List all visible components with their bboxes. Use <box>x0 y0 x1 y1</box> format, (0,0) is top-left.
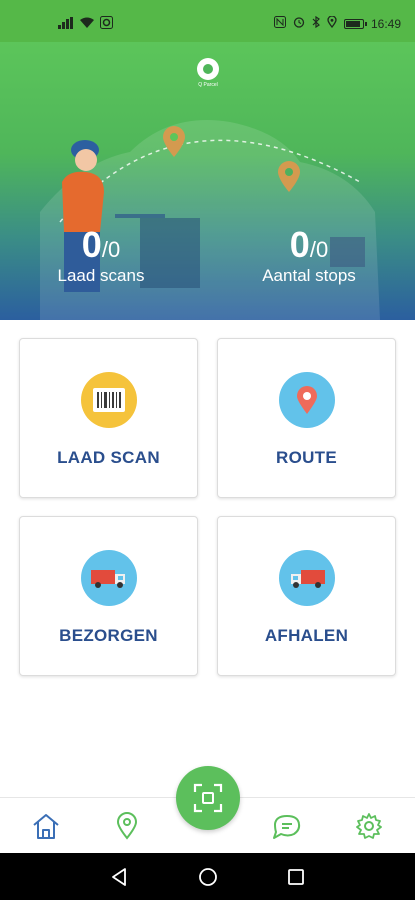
nav-settings-icon[interactable] <box>353 810 385 842</box>
deliver-tile[interactable]: BEZORGEN <box>19 516 198 676</box>
status-time: 16:49 <box>370 16 401 31</box>
logo-text: Q Parcel <box>198 82 218 88</box>
nfc-icon <box>273 16 286 31</box>
barcode-icon <box>80 372 137 428</box>
recents-icon[interactable] <box>284 865 308 889</box>
home-button-icon[interactable] <box>196 865 220 889</box>
pickup-tile[interactable]: AFHALEN <box>217 516 396 676</box>
stat-label: Laad scans <box>57 266 145 285</box>
app-logo: Q Parcel <box>195 58 221 88</box>
signal-icon <box>58 16 74 32</box>
stat-label: Aantal stops <box>262 266 356 285</box>
pickup-truck-icon <box>278 550 335 606</box>
map-pin-icon <box>278 372 335 428</box>
location-icon <box>327 15 337 31</box>
stat-value: 0 <box>81 224 102 265</box>
stat-total: /0 <box>309 237 329 262</box>
tile-label: AFHALEN <box>264 626 349 645</box>
scan-fab-button[interactable] <box>176 766 240 830</box>
tile-label: BEZORGEN <box>59 626 158 645</box>
wifi-icon <box>80 17 94 32</box>
alarm-icon <box>293 16 305 31</box>
battery-icon <box>343 18 367 29</box>
load-scan-tile[interactable]: LAAD SCAN <box>19 338 198 498</box>
tile-label: LAAD SCAN <box>57 448 160 467</box>
route-tile[interactable]: ROUTE <box>217 338 396 498</box>
app-notification-icon <box>100 16 113 32</box>
stat-value: 0 <box>289 224 310 265</box>
scan-icon <box>193 783 223 813</box>
bluetooth-icon <box>312 15 320 31</box>
nav-location-icon[interactable] <box>111 810 143 842</box>
stat-total: /0 <box>101 237 121 262</box>
status-bar: 16:49 <box>0 0 415 42</box>
nav-chat-icon[interactable] <box>271 810 303 842</box>
delivery-truck-icon <box>80 550 137 606</box>
stat-load-scans: 0 /0 Laad scans <box>48 226 154 286</box>
tile-label: ROUTE <box>276 448 337 467</box>
stat-stops: 0 /0 Aantal stops <box>250 226 368 286</box>
back-icon[interactable] <box>107 865 131 889</box>
nav-home-icon[interactable] <box>30 810 62 842</box>
q-logo-icon <box>197 58 219 80</box>
hero-banner: Q Parcel 0 /0 Laad scans 0 /0 Aantal sto… <box>0 42 415 320</box>
system-nav <box>0 853 415 900</box>
